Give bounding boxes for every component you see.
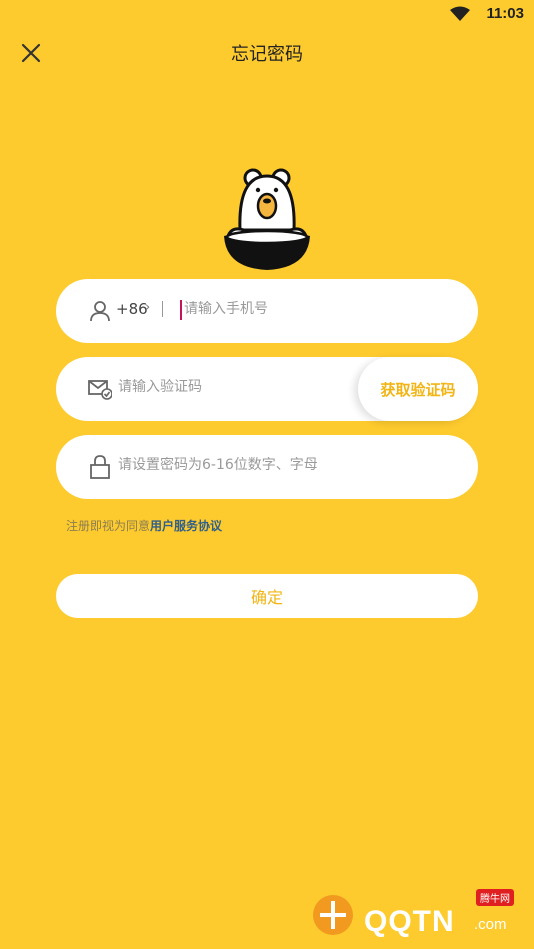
user-agreement-link[interactable]: 用户服务协议: [150, 519, 222, 533]
password-input[interactable]: [118, 457, 418, 473]
user-icon: [90, 301, 110, 322]
watermark-badge: 腾牛网: [476, 889, 514, 906]
password-field[interactable]: [56, 435, 478, 499]
phone-input[interactable]: [184, 301, 404, 317]
confirm-button[interactable]: 确定: [56, 574, 478, 618]
watermark-text: QQTN: [364, 905, 455, 938]
bear-mascot-logo: [224, 168, 310, 270]
verification-code-field[interactable]: 获取验证码: [56, 357, 478, 421]
text-cursor: [180, 300, 182, 320]
agreement-text: 注册即视为同意用户服务协议: [66, 517, 222, 534]
watermark-suffix: .com: [474, 916, 507, 933]
status-bar: 11:03: [0, 0, 534, 28]
status-time: 11:03: [486, 5, 524, 22]
agreement-prefix: 注册即视为同意: [66, 519, 151, 533]
top-bar: 忘记密码: [0, 28, 534, 76]
lock-icon: [90, 455, 110, 479]
verification-code-input[interactable]: [118, 379, 338, 395]
phone-field[interactable]: +86 ›: [56, 279, 478, 343]
page-title: 忘记密码: [231, 44, 303, 65]
country-code[interactable]: +86: [116, 300, 148, 318]
qqtn-watermark: QQTN .com 腾牛网: [306, 889, 526, 941]
wifi-icon: [450, 6, 470, 21]
mail-check-icon: [88, 380, 112, 400]
get-code-button[interactable]: 获取验证码: [358, 357, 478, 421]
watermark-logo-icon: [313, 895, 353, 935]
chevron-right-icon[interactable]: ›: [145, 300, 150, 315]
divider: [162, 301, 163, 317]
